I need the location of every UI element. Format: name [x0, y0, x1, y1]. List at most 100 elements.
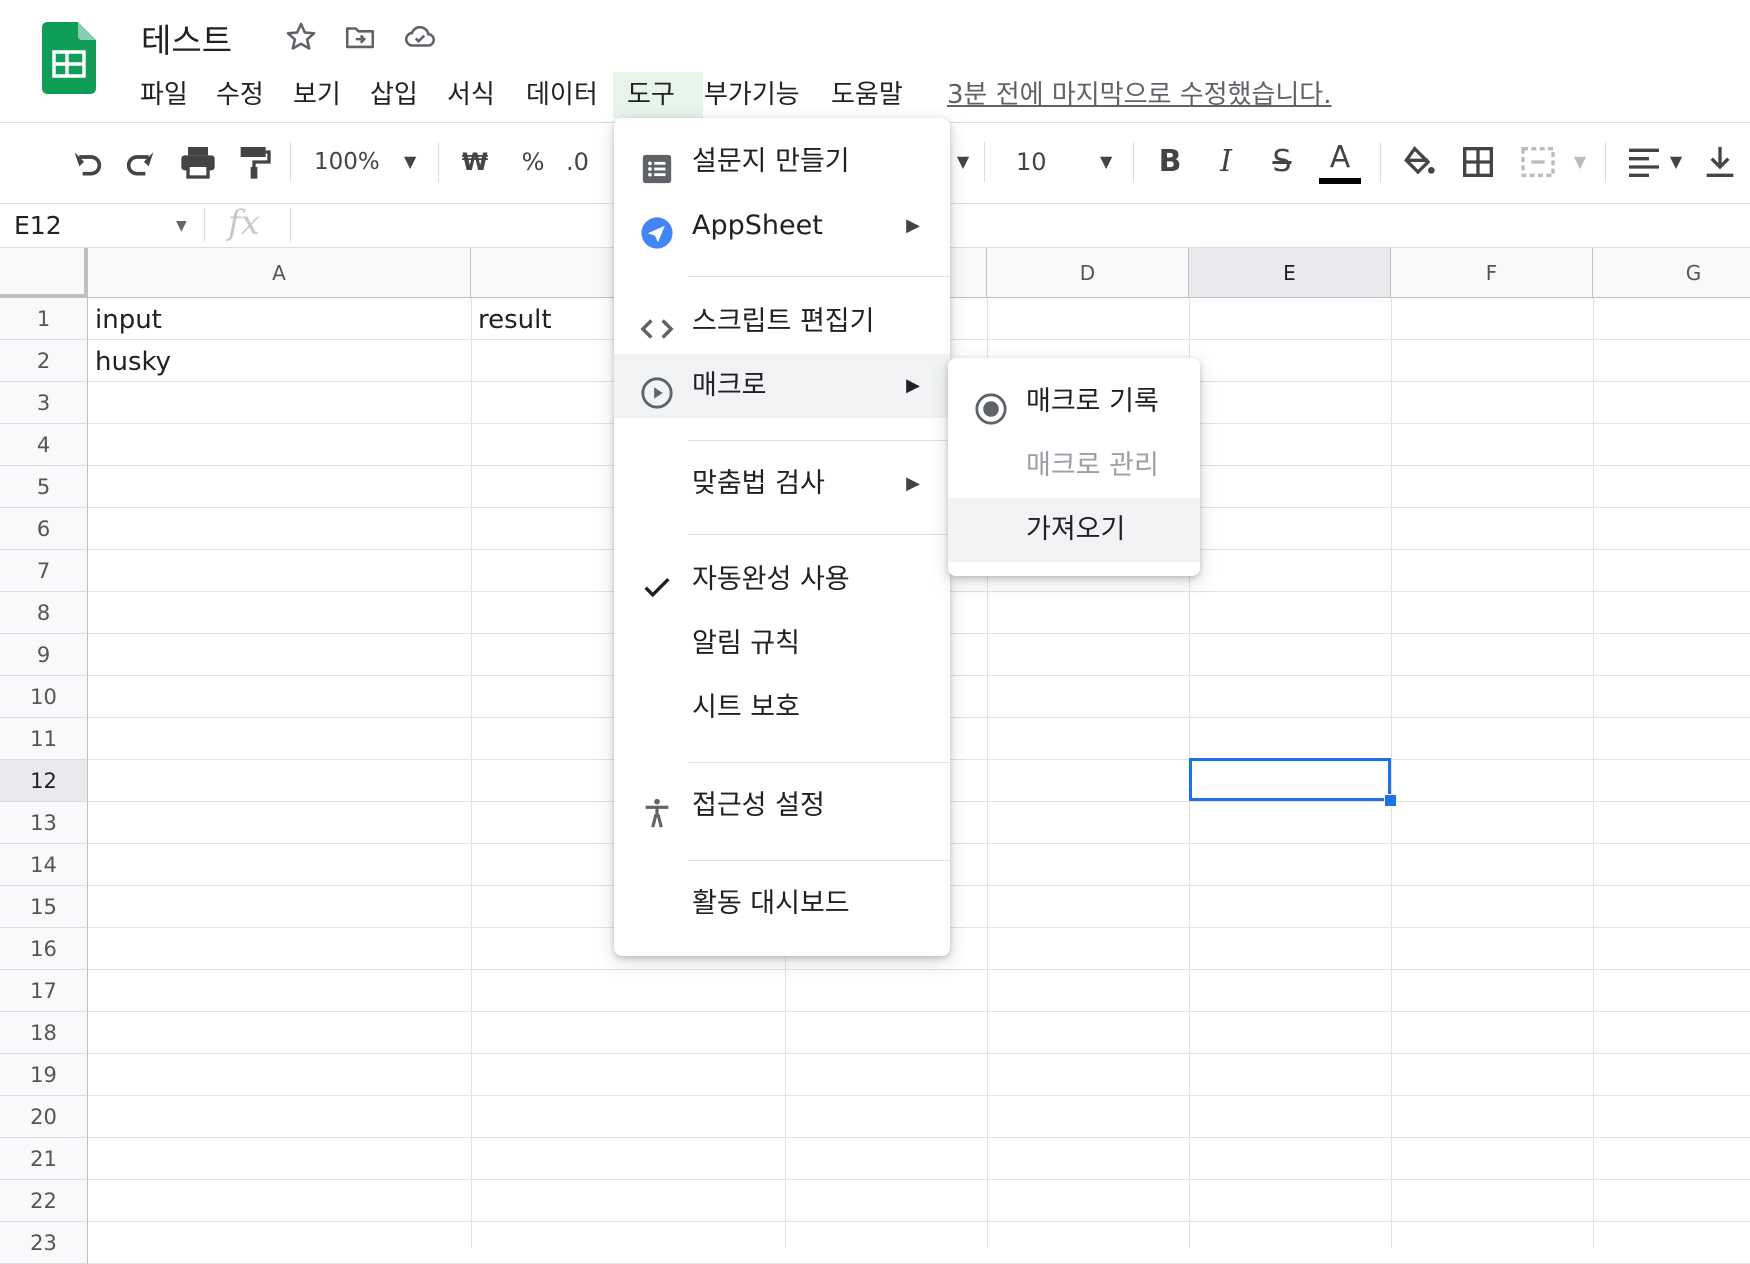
- document-title[interactable]: 테스트: [141, 14, 232, 62]
- zoom-select[interactable]: 100% ▼: [314, 140, 424, 184]
- menu-view[interactable]: 보기: [279, 72, 355, 118]
- menu-item-label: 매크로: [692, 370, 767, 401]
- row-header-19[interactable]: 19: [0, 1054, 88, 1096]
- menu-item-label: 알림 규칙: [692, 628, 800, 659]
- move-folder-icon[interactable]: [343, 20, 377, 54]
- row-header-22[interactable]: 22: [0, 1180, 88, 1222]
- text-color-button[interactable]: A: [1319, 140, 1361, 184]
- row-header-8[interactable]: 8: [0, 592, 88, 634]
- row-header-11[interactable]: 11: [0, 718, 88, 760]
- cloud-saved-icon[interactable]: [403, 20, 437, 54]
- column-header-g[interactable]: G: [1593, 248, 1750, 298]
- fill-color-icon[interactable]: [1398, 140, 1438, 184]
- print-icon[interactable]: [178, 140, 218, 184]
- menu-format[interactable]: 서식: [433, 72, 509, 118]
- row-header-2[interactable]: 2: [0, 340, 88, 382]
- fill-handle[interactable]: [1384, 794, 1397, 807]
- menu-item-autocomplete[interactable]: 자동완성 사용: [614, 548, 950, 612]
- merge-cells-icon[interactable]: [1518, 140, 1558, 184]
- star-icon[interactable]: [284, 20, 318, 54]
- selected-cell-e12[interactable]: [1189, 758, 1391, 801]
- decrease-decimal-button[interactable]: .0: [566, 140, 606, 184]
- cell-a1[interactable]: input: [88, 299, 162, 341]
- menu-separator: [688, 860, 950, 861]
- menu-help[interactable]: 도움말: [817, 72, 917, 118]
- menu-item-protect-sheet[interactable]: 시트 보호: [614, 676, 950, 740]
- strikethrough-button[interactable]: S: [1264, 140, 1300, 184]
- menu-insert[interactable]: 삽입: [356, 72, 432, 118]
- menu-item-accessibility[interactable]: 접근성 설정: [614, 774, 950, 838]
- menu-item-activity-dashboard[interactable]: 활동 대시보드: [614, 872, 950, 936]
- align-left-icon[interactable]: [1624, 140, 1664, 184]
- last-edit-link[interactable]: 3분 전에 마지막으로 수정했습니다.: [947, 72, 1331, 118]
- row-header-1[interactable]: 1: [0, 298, 88, 340]
- cell-b1[interactable]: result: [471, 299, 552, 341]
- chevron-down-icon[interactable]: ▼: [1568, 140, 1592, 184]
- font-size-select[interactable]: 10 ▼: [1010, 140, 1120, 184]
- redo-icon[interactable]: [122, 140, 162, 184]
- row-header-13[interactable]: 13: [0, 802, 88, 844]
- toolbar-divider: [1133, 142, 1134, 182]
- submenu-arrow-icon: ▶: [906, 473, 920, 494]
- row-header-6[interactable]: 6: [0, 508, 88, 550]
- vertical-align-icon[interactable]: [1700, 140, 1740, 184]
- grid-line: [88, 1179, 1750, 1180]
- paint-format-icon[interactable]: [234, 140, 274, 184]
- menu-separator: [688, 440, 950, 441]
- menu-item-create-form[interactable]: 설문지 만들기: [614, 130, 950, 194]
- row-header-16[interactable]: 16: [0, 928, 88, 970]
- row-header-14[interactable]: 14: [0, 844, 88, 886]
- row-header-12[interactable]: 12: [0, 760, 88, 802]
- row-header-17[interactable]: 17: [0, 970, 88, 1012]
- menu-item-appsheet[interactable]: AppSheet ▶: [614, 194, 950, 258]
- borders-icon[interactable]: [1458, 140, 1498, 184]
- column-header-a[interactable]: A: [88, 248, 471, 298]
- chevron-down-icon[interactable]: ▼: [176, 204, 187, 248]
- menu-item-notification-rules[interactable]: 알림 규칙: [614, 612, 950, 676]
- grid-line: [88, 1053, 1750, 1054]
- cell-a2[interactable]: husky: [88, 341, 171, 383]
- row-header-15[interactable]: 15: [0, 886, 88, 928]
- currency-format-button[interactable]: ₩: [460, 140, 490, 184]
- row-header-20[interactable]: 20: [0, 1096, 88, 1138]
- code-icon: [640, 306, 674, 339]
- chevron-down-icon[interactable]: ▼: [948, 140, 978, 184]
- menu-item-macros[interactable]: 매크로 ▶: [614, 354, 950, 418]
- macro-play-icon: [640, 370, 673, 409]
- percent-format-button[interactable]: %: [518, 140, 548, 184]
- row-header-7[interactable]: 7: [0, 550, 88, 592]
- column-header-f[interactable]: F: [1391, 248, 1593, 298]
- row-header-18[interactable]: 18: [0, 1012, 88, 1054]
- bold-button[interactable]: B: [1152, 140, 1188, 184]
- toolbar-divider: [1380, 142, 1381, 182]
- row-header-9[interactable]: 9: [0, 634, 88, 676]
- menu-addons[interactable]: 부가기능: [690, 72, 814, 118]
- undo-icon[interactable]: [66, 140, 106, 184]
- row-header-23[interactable]: 23: [0, 1222, 88, 1264]
- grid-line: [88, 1221, 1750, 1222]
- text-color-label: A: [1329, 140, 1351, 175]
- formula-input[interactable]: [292, 204, 1742, 248]
- sheets-logo[interactable]: [42, 22, 96, 94]
- grid-line: [1391, 298, 1392, 1248]
- menu-item-import-macro[interactable]: 가져오기: [948, 498, 1200, 562]
- column-header-e[interactable]: E: [1189, 248, 1391, 298]
- menu-separator: [688, 276, 950, 277]
- menu-item-script-editor[interactable]: 스크립트 편집기: [614, 290, 950, 354]
- menu-data[interactable]: 데이터: [512, 72, 612, 118]
- name-box[interactable]: E12: [14, 204, 62, 248]
- row-header-10[interactable]: 10: [0, 676, 88, 718]
- column-header-d[interactable]: D: [987, 248, 1189, 298]
- menu-edit[interactable]: 수정: [202, 72, 278, 118]
- menu-file[interactable]: 파일: [126, 72, 202, 118]
- row-header-3[interactable]: 3: [0, 382, 88, 424]
- row-header-5[interactable]: 5: [0, 466, 88, 508]
- italic-button[interactable]: I: [1208, 140, 1244, 184]
- chevron-down-icon[interactable]: ▼: [1664, 140, 1688, 184]
- select-all-corner[interactable]: [0, 248, 88, 298]
- text-color-swatch: [1319, 178, 1361, 184]
- row-header-4[interactable]: 4: [0, 424, 88, 466]
- menu-item-spelling[interactable]: 맞춤법 검사 ▶: [614, 452, 950, 516]
- row-header-21[interactable]: 21: [0, 1138, 88, 1180]
- menu-item-record-macro[interactable]: 매크로 기록: [948, 370, 1200, 434]
